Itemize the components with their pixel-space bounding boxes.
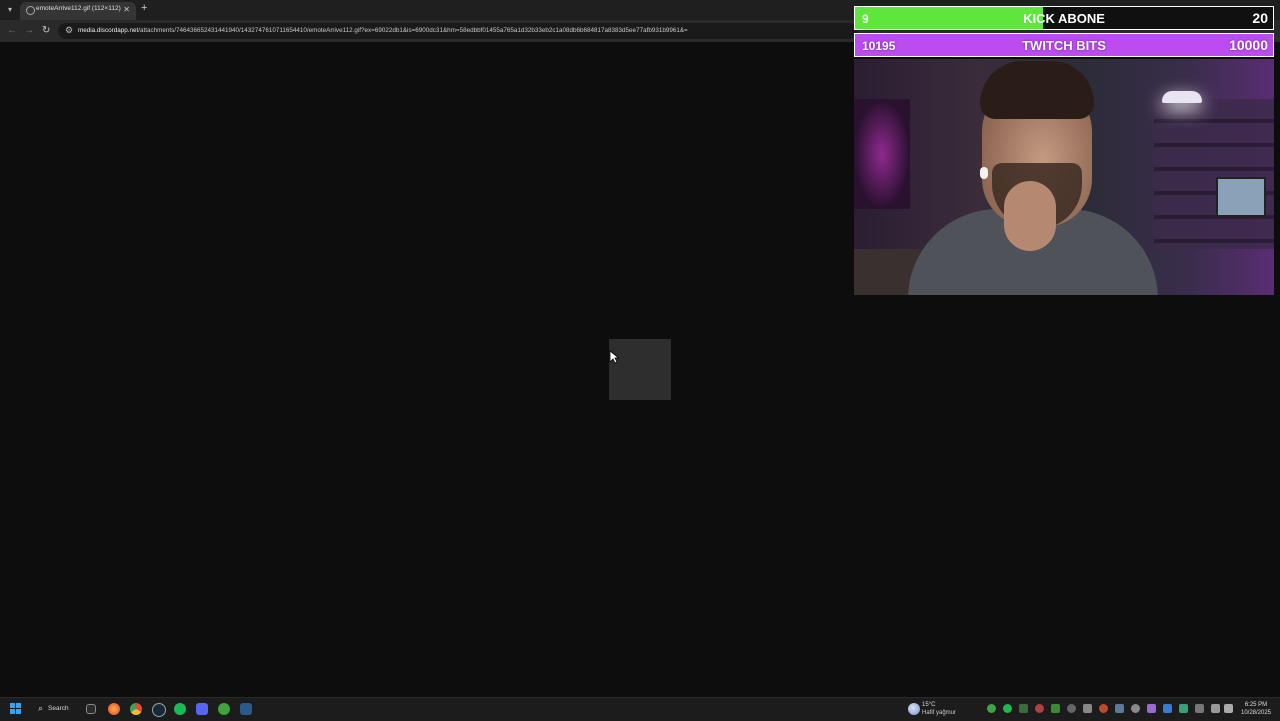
tab-close-icon[interactable]: ✕: [123, 5, 130, 14]
mouse-cursor-icon: [609, 350, 619, 364]
webcam-feed: [854, 59, 1274, 295]
bluetooth-icon[interactable]: [1163, 704, 1172, 713]
address-bar[interactable]: ⚙ media.discordapp.net/attachments/74643…: [58, 23, 858, 39]
browser-tab[interactable]: emoteArrive112.gif (112×112) ✕: [20, 2, 136, 20]
weather-icon: [908, 703, 920, 715]
taskbar: ⌕ Search 15°C Hafif yağmur 6:25 PM 10/28…: [0, 697, 1280, 721]
tray-app-icon-8[interactable]: [1179, 704, 1188, 713]
volume-icon[interactable]: [1224, 704, 1233, 713]
clock-date: 10/28/2025: [1240, 710, 1272, 716]
reload-button[interactable]: ↻: [42, 25, 50, 36]
spotify-tray-icon[interactable]: [1003, 704, 1012, 713]
tray-app-icon-4[interactable]: [1083, 704, 1092, 713]
taskbar-search[interactable]: ⌕ Search: [36, 702, 72, 716]
kick-sub-goal-bar: 9 KICK ABONE 20: [854, 6, 1274, 30]
twitch-goal-target: 10000: [1229, 37, 1268, 53]
weather-temp: 15°C: [922, 702, 936, 708]
system-clock[interactable]: 6:25 PM 10/28/2025: [1238, 701, 1274, 717]
back-button[interactable]: ←: [7, 25, 17, 36]
address-url[interactable]: media.discordapp.net/attachments/7464366…: [78, 27, 688, 34]
kick-goal-target: 20: [1252, 10, 1268, 26]
discord-icon[interactable]: [196, 703, 208, 715]
firefox-icon[interactable]: [108, 703, 120, 715]
xbox-icon[interactable]: [218, 703, 230, 715]
forward-button[interactable]: →: [24, 25, 34, 36]
task-view-icon[interactable]: [86, 704, 96, 714]
microphone-icon[interactable]: [1195, 704, 1204, 713]
spotify-icon[interactable]: [174, 703, 186, 715]
site-info-icon[interactable]: ⚙: [65, 25, 73, 36]
tray-app-icon-6[interactable]: [1131, 704, 1140, 713]
clock-time: 6:25 PM: [1244, 702, 1268, 708]
weather-desc: Hafif yağmur: [922, 710, 957, 716]
new-tab-button[interactable]: +: [141, 2, 147, 14]
emote-image[interactable]: [609, 339, 671, 400]
tab-title: emoteArrive112.gif (112×112): [36, 5, 121, 12]
tray-app-icon-2[interactable]: [1035, 704, 1044, 713]
chrome-icon[interactable]: [130, 703, 142, 715]
tray-app-icon-3[interactable]: [1067, 704, 1076, 713]
tab-search-button[interactable]: ▾: [4, 4, 16, 16]
xbox-tray-icon[interactable]: [987, 704, 996, 713]
globe-icon: [26, 6, 35, 15]
tray-app-icon[interactable]: [1019, 704, 1028, 713]
network-icon[interactable]: [1211, 704, 1220, 713]
steam-tray-icon[interactable]: [1115, 704, 1124, 713]
twitch-goal-label: TWITCH BITS: [1022, 38, 1106, 53]
taskbar-search-label: Search: [48, 705, 69, 712]
twitch-bits-goal-bar: 10195 TWITCH BITS 10000: [854, 33, 1274, 57]
app-icon[interactable]: [240, 703, 252, 715]
tray-app-icon-5[interactable]: [1099, 704, 1108, 713]
kick-goal-label: KICK ABONE: [1023, 11, 1105, 26]
weather-widget[interactable]: 15°C Hafif yağmur: [906, 701, 962, 719]
tray-app-icon-7[interactable]: [1147, 704, 1156, 713]
nvidia-tray-icon[interactable]: [1051, 704, 1060, 713]
steam-icon[interactable]: [152, 703, 166, 717]
start-icon[interactable]: [10, 703, 22, 715]
search-icon: ⌕: [38, 703, 44, 713]
